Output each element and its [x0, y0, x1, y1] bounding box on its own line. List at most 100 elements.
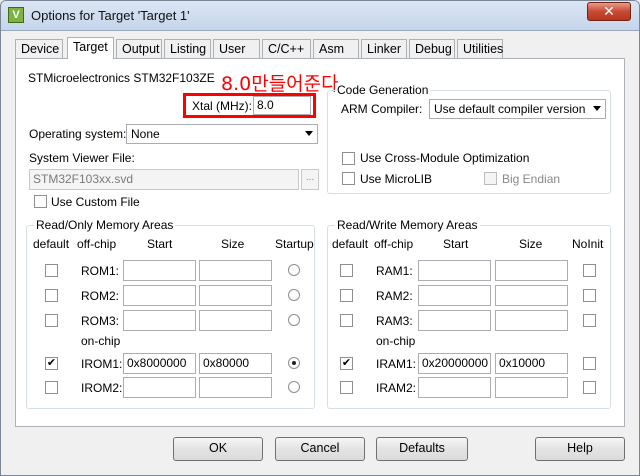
- ram2-label: RAM2:: [376, 289, 413, 303]
- irom2-start-input[interactable]: [123, 377, 196, 398]
- irom2-size-input[interactable]: [199, 377, 272, 398]
- arm-compiler-value: Use default compiler version: [434, 102, 586, 116]
- irom1-default-checkbox[interactable]: ✔: [45, 357, 58, 370]
- irom1-size-input[interactable]: 0x80000: [199, 353, 272, 374]
- cancel-button[interactable]: Cancel: [275, 437, 365, 461]
- iram2-noinit-checkbox[interactable]: [583, 381, 596, 394]
- ram3-noinit-checkbox[interactable]: [583, 314, 596, 327]
- svd-browse-button[interactable]: ...: [301, 169, 319, 190]
- rw-onchip-label: on-chip: [376, 334, 416, 348]
- rom1-start-input[interactable]: [123, 260, 196, 281]
- iram1-size-input[interactable]: 0x10000: [495, 353, 568, 374]
- xtal-label: Xtal (MHz):: [192, 99, 252, 113]
- ram3-size-input[interactable]: [495, 310, 568, 331]
- ram2-default-checkbox[interactable]: [340, 289, 353, 302]
- ro-onchip-label: on-chip: [81, 334, 121, 348]
- target-panel: STMicroelectronics STM32F103ZE 8.0만들어준다 …: [15, 58, 625, 427]
- ro-memory-title: Read/Only Memory Areas: [34, 218, 176, 232]
- ram1-default-checkbox[interactable]: [340, 264, 353, 277]
- tab-user[interactable]: User: [213, 39, 260, 58]
- ro-header-startup: Startup: [275, 237, 314, 251]
- rw-memory-title: Read/Write Memory Areas: [335, 218, 480, 232]
- os-label: Operating system:: [29, 127, 127, 141]
- custom-file-checkbox[interactable]: [34, 195, 47, 208]
- ram3-label: RAM3:: [376, 314, 413, 328]
- ram1-size-input[interactable]: [495, 260, 568, 281]
- rom3-size-input[interactable]: [199, 310, 272, 331]
- options-dialog: V Options for Target 'Target 1' ✕ Device…: [0, 0, 640, 476]
- tab-debug[interactable]: Debug: [409, 39, 455, 58]
- tab-asm[interactable]: Asm: [313, 39, 359, 58]
- big-endian-label: Big Endian: [502, 172, 561, 186]
- iram1-noinit-checkbox[interactable]: [583, 357, 596, 370]
- iram2-label: IRAM2:: [376, 381, 417, 395]
- os-select-value: None: [131, 127, 160, 141]
- ro-header-default: default: [33, 237, 70, 251]
- rom3-default-checkbox[interactable]: [45, 314, 58, 327]
- irom2-default-checkbox[interactable]: [45, 381, 58, 394]
- iram1-start-input[interactable]: 0x20000000: [418, 353, 491, 374]
- irom1-start-input[interactable]: 0x8000000: [123, 353, 196, 374]
- microlib-checkbox[interactable]: [342, 172, 355, 185]
- ro-header-size: Size: [221, 237, 245, 251]
- rw-header-size: Size: [519, 237, 543, 251]
- iram1-default-checkbox[interactable]: ✔: [340, 357, 353, 370]
- irom2-startup-radio[interactable]: [288, 381, 300, 393]
- rom2-size-input[interactable]: [199, 285, 272, 306]
- tab-c-cpp[interactable]: C/C++: [262, 39, 311, 58]
- close-button[interactable]: ✕: [587, 2, 631, 21]
- title-bar: V Options for Target 'Target 1' ✕: [1, 1, 639, 31]
- iram2-start-input[interactable]: [418, 377, 491, 398]
- ram3-default-checkbox[interactable]: [340, 314, 353, 327]
- tab-linker[interactable]: Linker: [361, 39, 407, 58]
- tab-utilities[interactable]: Utilities: [457, 39, 503, 58]
- rom1-default-checkbox[interactable]: [45, 264, 58, 277]
- rom2-startup-radio[interactable]: [288, 289, 300, 301]
- tab-listing[interactable]: Listing: [164, 39, 211, 58]
- rom3-label: ROM3:: [81, 314, 120, 328]
- iram2-size-input[interactable]: [495, 377, 568, 398]
- cross-module-label: Use Cross-Module Optimization: [360, 151, 530, 165]
- svd-label: System Viewer File:: [29, 151, 135, 165]
- arm-compiler-select[interactable]: Use default compiler version: [429, 99, 606, 119]
- rom3-start-input[interactable]: [123, 310, 196, 331]
- rom2-start-input[interactable]: [123, 285, 196, 306]
- xtal-input[interactable]: 8.0: [253, 96, 311, 115]
- rw-header-offchip: off-chip: [374, 237, 414, 251]
- tab-target[interactable]: Target: [67, 37, 114, 59]
- ram2-size-input[interactable]: [495, 285, 568, 306]
- rom1-label: ROM1:: [81, 264, 120, 278]
- ram2-noinit-checkbox[interactable]: [583, 289, 596, 302]
- svd-input[interactable]: STM32F103xx.svd: [29, 169, 299, 190]
- os-select[interactable]: None: [126, 124, 318, 144]
- ram1-start-input[interactable]: [418, 260, 491, 281]
- rom2-default-checkbox[interactable]: [45, 289, 58, 302]
- ro-header-offchip: off-chip: [77, 237, 117, 251]
- window-title: Options for Target 'Target 1': [31, 8, 190, 23]
- tab-device[interactable]: Device: [15, 39, 63, 58]
- irom1-label: IROM1:: [81, 357, 123, 371]
- iram2-default-checkbox[interactable]: [340, 381, 353, 394]
- keil-app-icon: V: [8, 7, 24, 23]
- rom1-startup-radio[interactable]: [288, 264, 300, 276]
- big-endian-checkbox[interactable]: [484, 172, 497, 185]
- ok-button[interactable]: OK: [173, 437, 263, 461]
- irom1-startup-radio[interactable]: [288, 357, 300, 369]
- cross-module-checkbox[interactable]: [342, 152, 355, 165]
- rom2-label: ROM2:: [81, 289, 120, 303]
- tab-output[interactable]: Output: [116, 39, 162, 58]
- annotation-note: 8.0만들어준다: [221, 73, 339, 95]
- ram2-start-input[interactable]: [418, 285, 491, 306]
- rw-header-noinit: NoInit: [572, 237, 604, 251]
- defaults-button[interactable]: Defaults: [376, 437, 468, 461]
- ram1-label: RAM1:: [376, 264, 413, 278]
- rw-header-start: Start: [443, 237, 469, 251]
- custom-file-label: Use Custom File: [51, 195, 140, 209]
- rom1-size-input[interactable]: [199, 260, 272, 281]
- ram3-start-input[interactable]: [418, 310, 491, 331]
- code-generation-group: Code Generation ARM Compiler: Use defaul…: [327, 83, 611, 194]
- rom3-startup-radio[interactable]: [288, 314, 300, 326]
- ram1-noinit-checkbox[interactable]: [583, 264, 596, 277]
- help-button[interactable]: Help: [535, 437, 625, 461]
- rw-memory-group: Read/Write Memory Areas default off-chip…: [327, 218, 611, 409]
